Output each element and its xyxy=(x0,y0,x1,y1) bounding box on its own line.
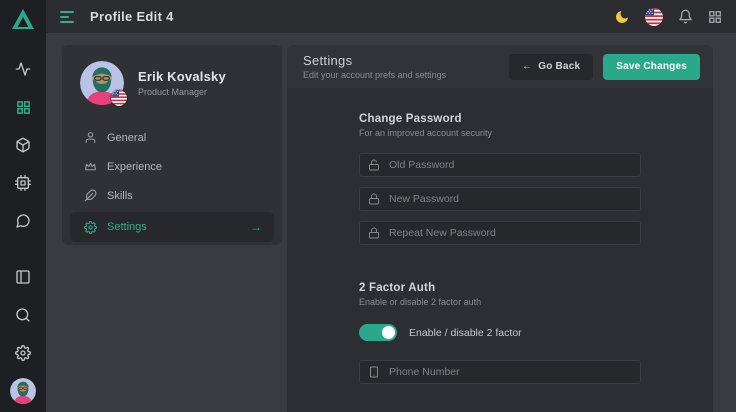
layout-panel-icon[interactable] xyxy=(0,258,46,296)
chat-bubble-icon[interactable] xyxy=(0,202,46,240)
menu-item-label: General xyxy=(107,132,146,144)
two-factor-section: 2 Factor Auth Enable or disable 2 factor… xyxy=(359,282,641,384)
unlock-icon xyxy=(368,159,380,171)
old-password-input[interactable] xyxy=(389,159,632,171)
dashboard-grid-icon[interactable] xyxy=(0,88,46,126)
app-logo-icon[interactable] xyxy=(11,8,35,30)
activity-icon[interactable] xyxy=(0,50,46,88)
settings-panel: Settings Edit your account prefs and set… xyxy=(287,45,713,412)
menu-item-experience[interactable]: Experience xyxy=(62,152,282,181)
page-title: Profile Edit 4 xyxy=(90,9,174,24)
go-back-button[interactable]: ←Go Back xyxy=(509,54,593,80)
gear-icon xyxy=(84,221,97,234)
save-changes-button[interactable]: Save Changes xyxy=(603,54,700,80)
repeat-password-field[interactable] xyxy=(359,221,641,245)
settings-title: Settings xyxy=(303,53,446,68)
apps-grid-icon[interactable] xyxy=(708,10,722,24)
feather-icon xyxy=(84,189,97,202)
menu-item-settings[interactable]: Settings → xyxy=(70,212,274,242)
topbar: Profile Edit 4 xyxy=(46,0,736,33)
new-password-input[interactable] xyxy=(389,193,632,205)
gear-icon[interactable] xyxy=(0,334,46,372)
repeat-password-input[interactable] xyxy=(389,227,632,239)
menu-item-label: Experience xyxy=(107,161,162,173)
toggle-label: Enable / disable 2 factor xyxy=(409,327,522,339)
moon-icon[interactable] xyxy=(614,9,630,25)
section-title: 2 Factor Auth xyxy=(359,282,641,294)
crown-icon xyxy=(84,160,97,173)
two-factor-toggle[interactable] xyxy=(359,324,397,341)
search-icon[interactable] xyxy=(0,296,46,334)
bell-icon[interactable] xyxy=(678,9,693,24)
profile-role: Product Manager xyxy=(138,87,226,97)
user-avatar[interactable] xyxy=(10,378,36,404)
arrow-right-icon: → xyxy=(250,220,262,234)
menu-item-label: Skills xyxy=(107,190,133,202)
settings-body: Change Password For an improved account … xyxy=(287,88,713,412)
change-password-section: Change Password For an improved account … xyxy=(359,113,641,245)
menu-item-general[interactable]: General xyxy=(62,123,282,152)
old-password-field[interactable] xyxy=(359,153,641,177)
main-area: Erik Kovalsky Product Manager General Ex… xyxy=(46,33,736,412)
lock-icon xyxy=(368,193,380,205)
settings-subtitle: Edit your account prefs and settings xyxy=(303,70,446,80)
section-subtitle: Enable or disable 2 factor auth xyxy=(359,297,641,307)
us-flag-icon[interactable] xyxy=(645,8,663,26)
left-rail xyxy=(0,0,46,412)
profile-menu: General Experience Skills Settings → xyxy=(62,123,282,242)
smartphone-icon xyxy=(368,366,380,378)
section-subtitle: For an improved account security xyxy=(359,128,641,138)
hamburger-menu-icon[interactable] xyxy=(60,11,76,23)
section-title: Change Password xyxy=(359,113,641,125)
menu-item-label: Settings xyxy=(107,221,147,233)
profile-avatar xyxy=(80,61,124,105)
profile-card: Erik Kovalsky Product Manager General Ex… xyxy=(62,45,282,245)
arrow-left-icon: ← xyxy=(522,61,532,72)
phone-number-field[interactable] xyxy=(359,360,641,384)
avatar-flag-badge xyxy=(111,90,127,106)
new-password-field[interactable] xyxy=(359,187,641,211)
settings-header: Settings Edit your account prefs and set… xyxy=(287,45,713,88)
phone-number-input[interactable] xyxy=(389,366,632,378)
cpu-icon[interactable] xyxy=(0,164,46,202)
menu-item-skills[interactable]: Skills xyxy=(62,181,282,210)
user-icon xyxy=(84,131,97,144)
lock-icon xyxy=(368,227,380,239)
package-icon[interactable] xyxy=(0,126,46,164)
profile-name: Erik Kovalsky xyxy=(138,69,226,84)
